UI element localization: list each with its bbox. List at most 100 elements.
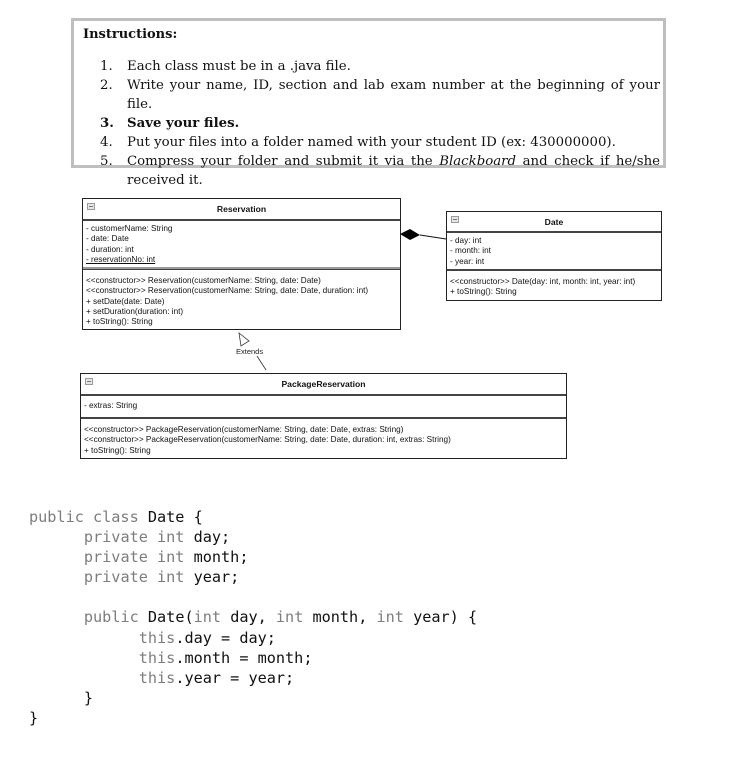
operation: + setDate(date: Date) [86, 296, 165, 306]
item-text-before: Compress your folder and submit it via t… [127, 154, 440, 169]
code-text: } [83, 688, 94, 707]
attribute: - year: int [450, 256, 485, 266]
inheritance-arrow-icon [238, 332, 250, 347]
operation: + toString(): String [450, 287, 517, 297]
operation: <<constructor>> PackageReservation(custo… [84, 425, 404, 434]
code-text: Date( [147, 608, 194, 627]
code-keyword: public [83, 608, 148, 627]
instruction-item: 3. Save your files. [100, 114, 660, 133]
instructions-title: Instructions: [83, 27, 178, 42]
code-line: private int year; [29, 568, 239, 586]
class-name: PackageReservation [281, 379, 366, 389]
attributes-section: - day: int - month: int - year: int [447, 233, 661, 270]
composition-line [419, 234, 447, 240]
operations-section: <<constructor>> Reservation(customerName… [83, 269, 400, 329]
code-text: .year = year; [175, 668, 295, 687]
operation: + toString(): String [86, 317, 153, 327]
attributes-section: - customerName: String - date: Date - du… [83, 221, 400, 269]
code-keyword: public class [29, 508, 148, 526]
attribute: - extras: String [84, 401, 138, 410]
class-name: Date [544, 217, 564, 227]
operations-section: <<constructor>> Date(day: int, month: in… [447, 270, 661, 300]
code-line: } [29, 689, 93, 707]
code-keyword: private int [83, 568, 194, 587]
instruction-item: 5. Compress your folder and submit it vi… [100, 152, 660, 190]
code-keyword: this [138, 628, 176, 647]
item-text: Each class must be in a .java file. [127, 59, 351, 74]
code-text: year) { [413, 608, 478, 627]
item-text: Save your files. [127, 116, 240, 131]
extends-label: Extends [236, 347, 264, 356]
attribute: - date: Date [86, 234, 129, 244]
code-keyword: private int [83, 528, 194, 547]
item-text: Write your name, ID, section and lab exa… [127, 78, 660, 112]
attribute: - day: int [450, 236, 482, 245]
item-number: 2. [100, 78, 113, 93]
operations-section: <<constructor>> PackageReservation(custo… [81, 418, 566, 458]
instructions-box: Instructions: 1. Each class must be in a… [71, 18, 666, 188]
code-text: Date { [147, 508, 203, 526]
uml-class-date: Date - day: int - month: int - year: int… [446, 211, 662, 301]
code-keyword: this [138, 668, 176, 687]
code-text: day; [193, 528, 231, 547]
item-number: 1. [100, 59, 113, 74]
code-text: .day = day; [175, 628, 276, 647]
operation: <<constructor>> Reservation(customerName… [86, 286, 369, 296]
code-line: this.year = year; [29, 669, 294, 687]
class-name: Reservation [216, 204, 267, 214]
instructions-list: 1. Each class must be in a .java file. 2… [100, 57, 660, 190]
static-attribute: - reservationNo: int [86, 254, 156, 264]
code-keyword: int [275, 608, 313, 627]
instruction-item: 4. Put your files into a folder named wi… [100, 133, 660, 152]
code-text: month, [312, 608, 377, 627]
class-header: Reservation [83, 199, 400, 221]
class-header: Date [447, 212, 661, 233]
uml-class-package-reservation: PackageReservation - extras: String <<co… [80, 373, 567, 459]
code-text: month; [193, 548, 249, 567]
code-line: this.day = day; [29, 629, 276, 647]
uml-class-reservation: Reservation - customerName: String - dat… [82, 198, 401, 331]
code-line: private int month; [29, 548, 249, 567]
item-number: 3. [100, 116, 114, 131]
code-line: private int day; [29, 528, 230, 546]
code-line: public Date(int day, int month, int year… [29, 608, 477, 626]
attribute: - month: int [450, 246, 491, 256]
inheritance-line [256, 355, 267, 371]
code-text: year; [193, 568, 240, 587]
item-number: 5. [100, 154, 113, 169]
code-text: .month = month; [175, 648, 313, 667]
code-line: } [29, 709, 38, 727]
attributes-section: - extras: String [81, 396, 566, 418]
attribute: - customerName: String [86, 224, 173, 233]
code-text: } [29, 708, 39, 727]
code-keyword: int [376, 608, 414, 627]
code-text: day, [230, 608, 276, 627]
code-line: this.month = month; [29, 648, 313, 667]
attribute: - duration: int [86, 244, 134, 254]
class-header: PackageReservation [81, 374, 566, 396]
code-keyword: private int [83, 548, 194, 567]
instruction-item: 1. Each class must be in a .java file. [100, 57, 660, 76]
code-keyword: this [138, 648, 176, 667]
code-line: public class Date { [29, 508, 203, 526]
item-text: Put your files into a folder named with … [127, 135, 616, 150]
operation: + toString(): String [84, 445, 151, 455]
item-number: 4. [100, 135, 113, 150]
operation: + setDuration(duration: int) [86, 306, 184, 316]
composition-diamond-icon [400, 229, 420, 240]
blackboard-emphasis: Blackboard [439, 154, 517, 169]
operation: <<constructor>> Date(day: int, month: in… [450, 277, 636, 286]
item-text: Compress your folder and submit it via t… [127, 152, 660, 190]
instruction-item: 2. Write your name, ID, section and lab … [100, 76, 660, 114]
operation: <<constructor>> PackageReservation(custo… [84, 435, 451, 445]
operation: <<constructor>> Reservation(customerName… [86, 276, 321, 285]
code-listing: public class Date { private int day; pri… [29, 507, 477, 728]
